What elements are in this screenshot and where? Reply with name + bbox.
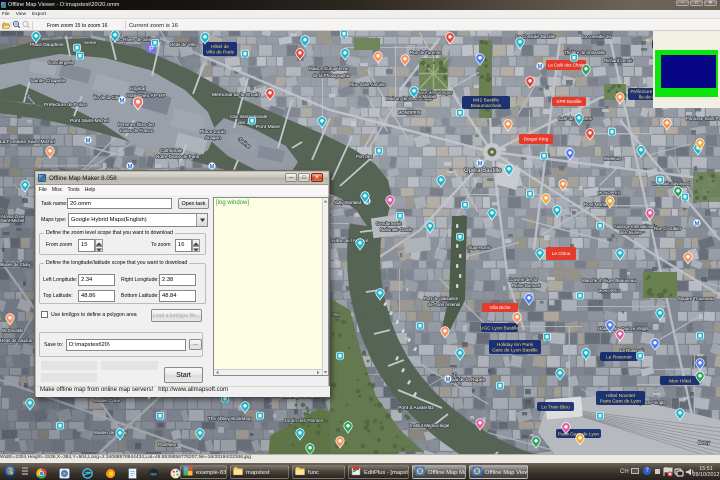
svg-text:Pommes frites des: Pommes frites des bbox=[118, 122, 155, 127]
svg-text:Maison Européenne: Maison Européenne bbox=[309, 66, 349, 71]
svg-text:UGC Lyon Bastille: UGC Lyon Bastille bbox=[480, 325, 519, 331]
svg-text:Musée de Cluny: Musée de Cluny bbox=[0, 262, 31, 267]
svg-text:Reine Dumont: Reine Dumont bbox=[512, 283, 541, 288]
svg-text:Parc Rives de Seine: Parc Rives de Seine bbox=[112, 37, 156, 43]
svg-text:de la Photographie: de la Photographie bbox=[313, 73, 351, 78]
svg-text:Rue Crozatier: Rue Crozatier bbox=[654, 226, 682, 231]
svg-text:Institut Médico-légal: Institut Médico-légal bbox=[410, 423, 449, 428]
svg-text:rox: rox bbox=[150, 471, 157, 476]
svg-text:Préfecture de Police: Préfecture de Police bbox=[44, 102, 87, 108]
svg-text:Port de plaisance: Port de plaisance bbox=[424, 296, 459, 301]
svg-text:Mémorial de la Shoah: Mémorial de la Shoah bbox=[212, 92, 260, 98]
svg-text:Paris Gare de Lyon: Paris Gare de Lyon bbox=[600, 399, 641, 405]
svg-text:Le Rosenoir: Le Rosenoir bbox=[606, 354, 632, 360]
svg-text:Hôpital des Quinze-Vingts: Hôpital des Quinze-Vingts bbox=[598, 326, 650, 331]
svg-text:MONOPRIX: MONOPRIX bbox=[398, 110, 421, 115]
svg-text:Hôtel de: Hôtel de bbox=[211, 44, 229, 50]
svg-text:Conciergerie: Conciergerie bbox=[48, 60, 74, 65]
svg-text:Richard Lenoir: Richard Lenoir bbox=[604, 58, 633, 63]
svg-text:Beaumarchais: Beaumarchais bbox=[471, 103, 502, 109]
svg-text:La Café des Chats: La Café des Chats bbox=[548, 63, 585, 68]
svg-text:M: M bbox=[478, 161, 483, 167]
svg-text:M: M bbox=[538, 64, 543, 70]
svg-text:Jardin des Plantes: Jardin des Plantes bbox=[284, 418, 324, 424]
svg-text:M: M bbox=[446, 377, 451, 383]
svg-text:Cathédrale: Cathédrale bbox=[160, 148, 183, 153]
svg-text:Hôtel Novotel: Hôtel Novotel bbox=[606, 393, 635, 399]
svg-text:Sully-Morland: Sully-Morland bbox=[334, 200, 361, 205]
svg-text:Sainte-Chapelle: Sainte-Chapelle bbox=[30, 78, 65, 84]
svg-text:Place des Vosges: Place des Vosges bbox=[416, 90, 453, 95]
svg-text:Auberge Internationale: Auberge Internationale bbox=[614, 224, 657, 229]
svg-text:Place Dauphine: Place Dauphine bbox=[30, 42, 64, 48]
svg-text:Ville de Paris: Ville de Paris bbox=[206, 50, 235, 56]
svg-text:Île de la Cité: Île de la Cité bbox=[93, 94, 120, 100]
svg-text:Musée Curie: Musée Curie bbox=[94, 398, 120, 403]
svg-text:Panthéon: Panthéon bbox=[158, 442, 178, 447]
svg-text:Meilleure: Meilleure bbox=[604, 156, 622, 161]
svg-text:Hôpital: Hôpital bbox=[130, 86, 145, 92]
svg-text:Couvent des la: Couvent des la bbox=[508, 277, 538, 282]
svg-text:Hôtel de Ville: Hôtel de Ville bbox=[170, 42, 196, 47]
svg-text:de Paris Arsenal: de Paris Arsenal bbox=[428, 302, 460, 307]
svg-text:MONOPRIX: MONOPRIX bbox=[598, 190, 620, 195]
svg-text:P: P bbox=[149, 46, 154, 53]
svg-text:Rue Saint-Antoine: Rue Saint-Antoine bbox=[350, 82, 386, 87]
svg-text:M: M bbox=[120, 98, 125, 104]
svg-text:Seine: Seine bbox=[84, 40, 97, 46]
svg-text:Bercy: Bercy bbox=[698, 440, 710, 445]
svg-text:toutes de France: toutes de France bbox=[120, 128, 154, 133]
svg-text:Place Louis: Place Louis bbox=[200, 129, 226, 135]
svg-text:Marché d Aligre Beauveau: Marché d Aligre Beauveau bbox=[582, 278, 636, 283]
svg-text:Aragon: Aragon bbox=[205, 135, 221, 141]
svg-text:Paroisse Saint Paul: Paroisse Saint Paul bbox=[686, 116, 720, 121]
svg-text:des Jeunes: des Jeunes bbox=[620, 230, 642, 235]
svg-text:KPR Bastille: KPR Bastille bbox=[556, 99, 582, 104]
svg-text:Pont d Austerlitz: Pont d Austerlitz bbox=[398, 405, 434, 411]
svg-text:Théâtre de la Bastille: Théâtre de la Bastille bbox=[564, 50, 606, 55]
svg-text:Supersonic: Supersonic bbox=[468, 245, 492, 250]
svg-text:M42 Bastille: M42 Bastille bbox=[473, 98, 499, 104]
svg-text:M: M bbox=[695, 221, 700, 227]
svg-text:Aroma Zone: Aroma Zone bbox=[1, 214, 25, 219]
svg-text:Gare de Lyon Bastille: Gare de Lyon Bastille bbox=[492, 348, 538, 354]
svg-text:Hôtel de Lauzun: Hôtel de Lauzun bbox=[0, 338, 33, 343]
svg-text:Gendarmerie: Gendarmerie bbox=[376, 221, 402, 226]
svg-text:Rue de Turenne: Rue de Turenne bbox=[410, 50, 442, 55]
svg-text:La Fontaine Saint-Michel: La Fontaine Saint-Michel bbox=[0, 139, 55, 145]
svg-text:Le Train Bleu: Le Train Bleu bbox=[541, 404, 570, 410]
svg-text:Port des: Port des bbox=[356, 154, 373, 159]
svg-text:Notre-Dame de Paris: Notre-Dame de Paris bbox=[156, 154, 200, 159]
svg-text:Nationale Garde: Nationale Garde bbox=[380, 227, 413, 232]
svg-text:Mon Hôtel: Mon Hôtel bbox=[669, 378, 691, 384]
svg-text:Le China: Le China bbox=[552, 251, 571, 256]
svg-text:Hôtel-Dieu AP-HP: Hôtel-Dieu AP-HP bbox=[126, 93, 166, 99]
svg-text:La comédie du: La comédie du bbox=[582, 34, 611, 39]
svg-text:McDonalds: McDonalds bbox=[2, 328, 23, 333]
svg-text:MONOPRIX: MONOPRIX bbox=[598, 288, 620, 293]
svg-text:M: M bbox=[86, 138, 91, 144]
svg-text:Pont Marie: Pont Marie bbox=[256, 124, 280, 130]
svg-text:Burger King: Burger King bbox=[524, 137, 549, 142]
svg-text:Villa Biche: Villa Biche bbox=[490, 305, 511, 310]
svg-text:The Abbey Bookshop: The Abbey Bookshop bbox=[208, 416, 252, 421]
svg-text:Quai de la Rapée: Quai de la Rapée bbox=[448, 377, 485, 383]
svg-text:Square Trousseau: Square Trousseau bbox=[678, 296, 715, 301]
svg-text:Pont Saint-Michel: Pont Saint-Michel bbox=[70, 118, 109, 124]
svg-text:Holiday Inn Paris: Holiday Inn Paris bbox=[497, 342, 534, 348]
svg-text:Opéra Bastille: Opéra Bastille bbox=[464, 168, 502, 174]
